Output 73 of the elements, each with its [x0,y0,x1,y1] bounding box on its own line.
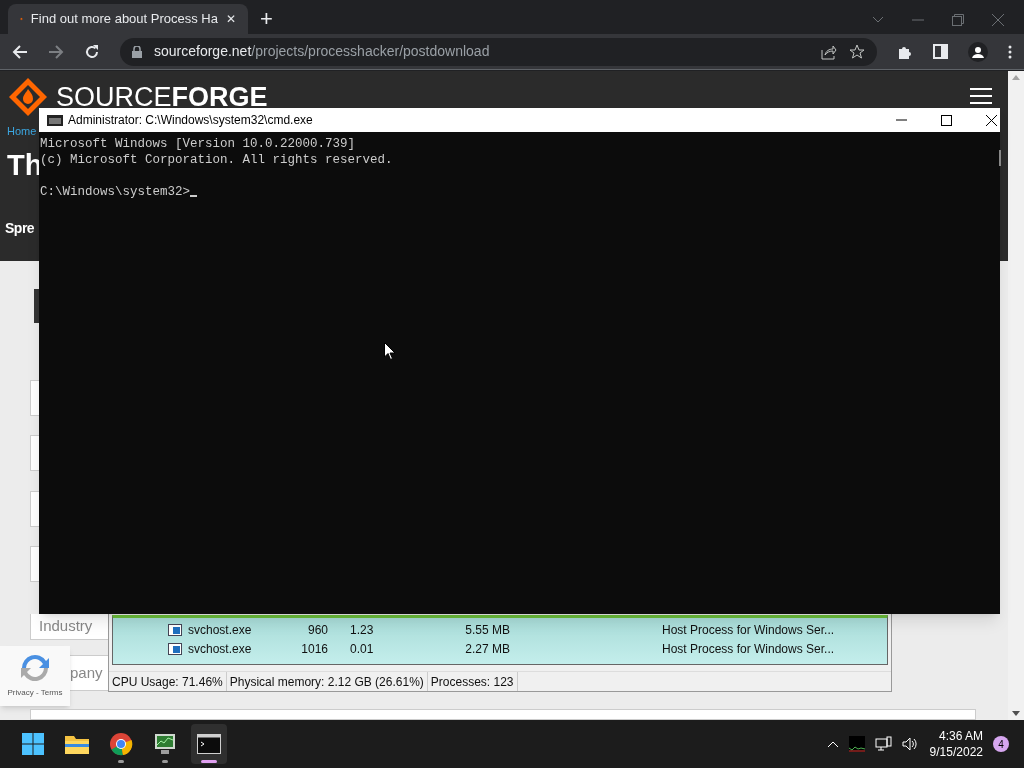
more-vert-icon[interactable] [1008,44,1012,59]
lock-icon [132,45,142,58]
status-text: Processes: 123 [427,672,518,691]
maximize-icon[interactable] [941,114,952,126]
tab-close-button[interactable]: ✕ [226,10,236,28]
monitor-chart-icon [152,732,178,756]
folder-icon [64,733,90,755]
url-text: sourceforge.net/projects/processhacker/postdownload [154,42,490,61]
chevron-up-icon[interactable] [826,740,839,748]
input-field[interactable]: pany [70,655,108,691]
reload-icon[interactable] [84,43,100,60]
status-text: Physical memory: 2.12 GB (26.61%) [226,672,428,691]
process-name: svchost.exe [188,640,253,658]
terminal-icon [197,734,221,754]
clock-date: 9/15/2022 [929,744,983,760]
process-row[interactable]: svchost.exe 1016 0.01 2.27 MB Host Process for Windows Ser... [113,639,887,658]
process-description: Host Process for Windows Ser... [662,640,835,658]
process-cpu: 0.01 [350,640,375,658]
window-icon [168,642,182,655]
console-line: (c) Microsoft Corporation. All rights reserved. [40,152,393,168]
process-pid: 1016 [300,640,328,658]
recaptcha-icon [18,653,52,683]
process-row[interactable]: svchost.exe 960 1.23 5.55 MB Host Process for Windows Ser... [113,620,887,639]
close-icon[interactable] [986,114,997,126]
scrollbar[interactable] [1008,71,1024,720]
profile-icon[interactable] [968,41,988,62]
console-icon [47,114,63,126]
process-description: Host Process for Windows Ser... [662,621,835,639]
speaker-icon[interactable] [901,737,918,751]
process-name: svchost.exe [188,621,253,639]
address-bar[interactable]: sourceforge.net/projects/processhacker/postdownload [120,37,877,66]
process-memory: 5.55 MB [464,621,510,639]
status-text: CPU Usage: 71.46% [109,672,227,691]
text-cursor [190,195,198,197]
console-prompt: C:\Windows\system32> [40,184,191,200]
input-field[interactable] [30,491,40,527]
process-pid: 960 [306,621,328,639]
star-icon[interactable] [849,43,865,60]
window-icon [168,623,182,636]
input-field[interactable]: Industry [30,614,108,640]
logo-text: SOURCEFORGE [56,83,268,111]
mouse-pointer-icon [384,342,396,360]
input-field[interactable] [30,546,40,582]
input-field[interactable] [30,435,40,471]
window-title: Administrator: C:\Windows\system32\cmd.exe [68,112,313,129]
console-line: Microsoft Windows [Version 10.0.22000.739] [40,136,356,152]
page-subheading: Spre [5,221,35,235]
chrome-icon [109,732,133,756]
recaptcha-links[interactable]: Privacy - Terms [7,687,63,699]
new-tab-button[interactable]: + [260,8,273,30]
input-field[interactable] [30,709,976,720]
side-panel-icon[interactable] [933,44,948,59]
browser-tab[interactable]: Find out more about Process Ha ✕ [8,4,248,34]
network-icon[interactable] [874,736,892,752]
windows-logo-icon [21,732,45,756]
share-icon[interactable] [821,43,837,60]
scrollbar-thumb[interactable] [999,150,1001,166]
notification-count[interactable]: 4 [993,736,1009,752]
forward-arrow-icon[interactable] [48,43,64,60]
breadcrumb-link[interactable]: Home [7,123,37,140]
clock-time: 4:36 AM [938,728,983,744]
tab-title: Find out more about Process Ha [30,10,218,29]
process-cpu: 1.23 [350,621,375,639]
chevron-down-icon[interactable] [872,16,884,24]
process-memory: 2.27 MB [464,640,510,658]
restore-icon[interactable] [952,14,964,26]
menu-icon[interactable] [970,87,992,105]
taskbar-app[interactable] [191,724,227,764]
clock[interactable]: 4:36 AM 9/15/2022 [929,728,983,760]
scroll-down-icon[interactable] [1012,711,1020,716]
back-arrow-icon[interactable] [12,43,28,60]
input-field[interactable] [30,380,40,416]
cpu-graph-icon[interactable] [848,736,865,752]
